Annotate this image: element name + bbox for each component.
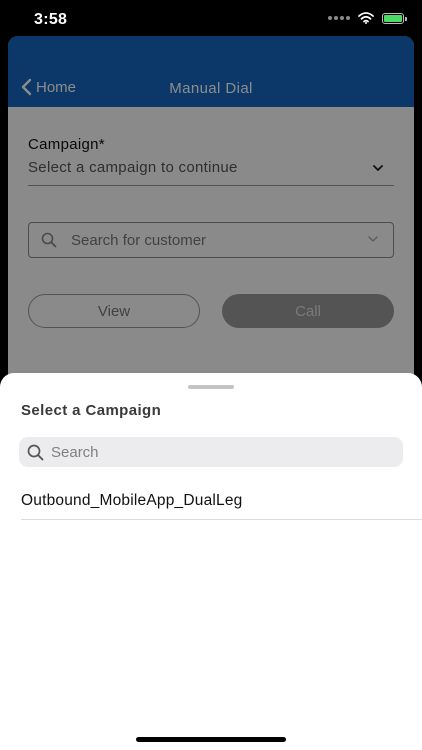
campaign-picker-sheet: Select a Campaign Search Outbound_Mobile… [0, 373, 422, 750]
campaign-search-placeholder: Search [51, 443, 99, 461]
search-icon [27, 444, 44, 461]
status-icons [328, 12, 407, 24]
campaign-list-item[interactable]: Outbound_MobileApp_DualLeg [21, 485, 422, 520]
wifi-icon [358, 12, 374, 24]
status-bar: 3:58 [0, 0, 422, 40]
signal-dots-icon [328, 16, 350, 20]
screen: Home Manual Dial Campaign* Select a camp… [0, 0, 422, 750]
home-indicator [136, 737, 286, 742]
sheet-title: Select a Campaign [21, 402, 162, 419]
status-time: 3:58 [34, 11, 68, 28]
campaign-search-input[interactable]: Search [19, 437, 403, 467]
sheet-grabber[interactable] [188, 385, 234, 389]
battery-charging-icon [382, 12, 407, 24]
